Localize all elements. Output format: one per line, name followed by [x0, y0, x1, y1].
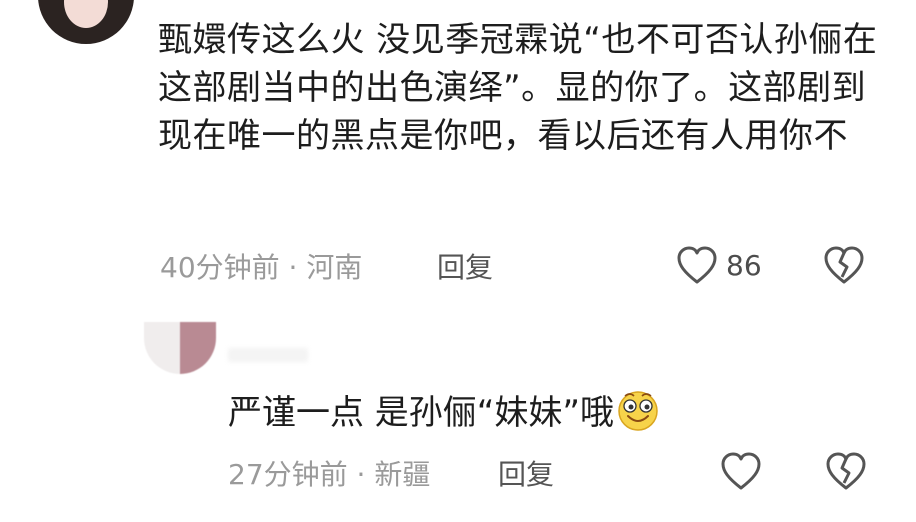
- reply-body: 严谨一点 是孙俪“妹妹”哦: [228, 388, 660, 437]
- comment-time: 40分钟前: [160, 251, 280, 284]
- reply-text: 严谨一点 是孙俪“妹妹”哦: [228, 393, 615, 433]
- heart-outline-icon: [721, 452, 761, 490]
- heart-outline-icon: [677, 246, 717, 284]
- reply-button[interactable]: 回复: [437, 250, 493, 286]
- meta-separator: ·: [356, 458, 375, 491]
- reply-dislike-button[interactable]: [825, 452, 867, 496]
- meta-separator: ·: [288, 251, 307, 284]
- reply-username-blurred[interactable]: [228, 348, 308, 362]
- reply-reply-button[interactable]: 回复: [498, 457, 554, 493]
- reply-location: 新疆: [374, 458, 431, 491]
- reply-like-button[interactable]: [720, 452, 762, 496]
- comment-meta: 40分钟前 · 河南: [160, 250, 362, 286]
- broken-heart-icon: [824, 246, 864, 284]
- broken-heart-icon: [826, 452, 866, 490]
- commenter-avatar[interactable]: [38, 0, 134, 44]
- reply-meta: 27分钟前 · 新疆: [228, 457, 430, 493]
- comment-location: 河南: [306, 251, 363, 284]
- dislike-button[interactable]: [823, 246, 865, 290]
- reply-time: 27分钟前: [228, 458, 348, 491]
- like-count: 86: [726, 249, 762, 282]
- smiling-emoji-icon: [618, 391, 658, 431]
- reply-avatar[interactable]: [144, 322, 216, 374]
- comment-body: 甄嬛传这么火 没见季冠霖说“也不可否认孙俪在这部剧当中的出色演绎”。显的你了。这…: [158, 20, 878, 156]
- like-button[interactable]: 86: [676, 246, 762, 286]
